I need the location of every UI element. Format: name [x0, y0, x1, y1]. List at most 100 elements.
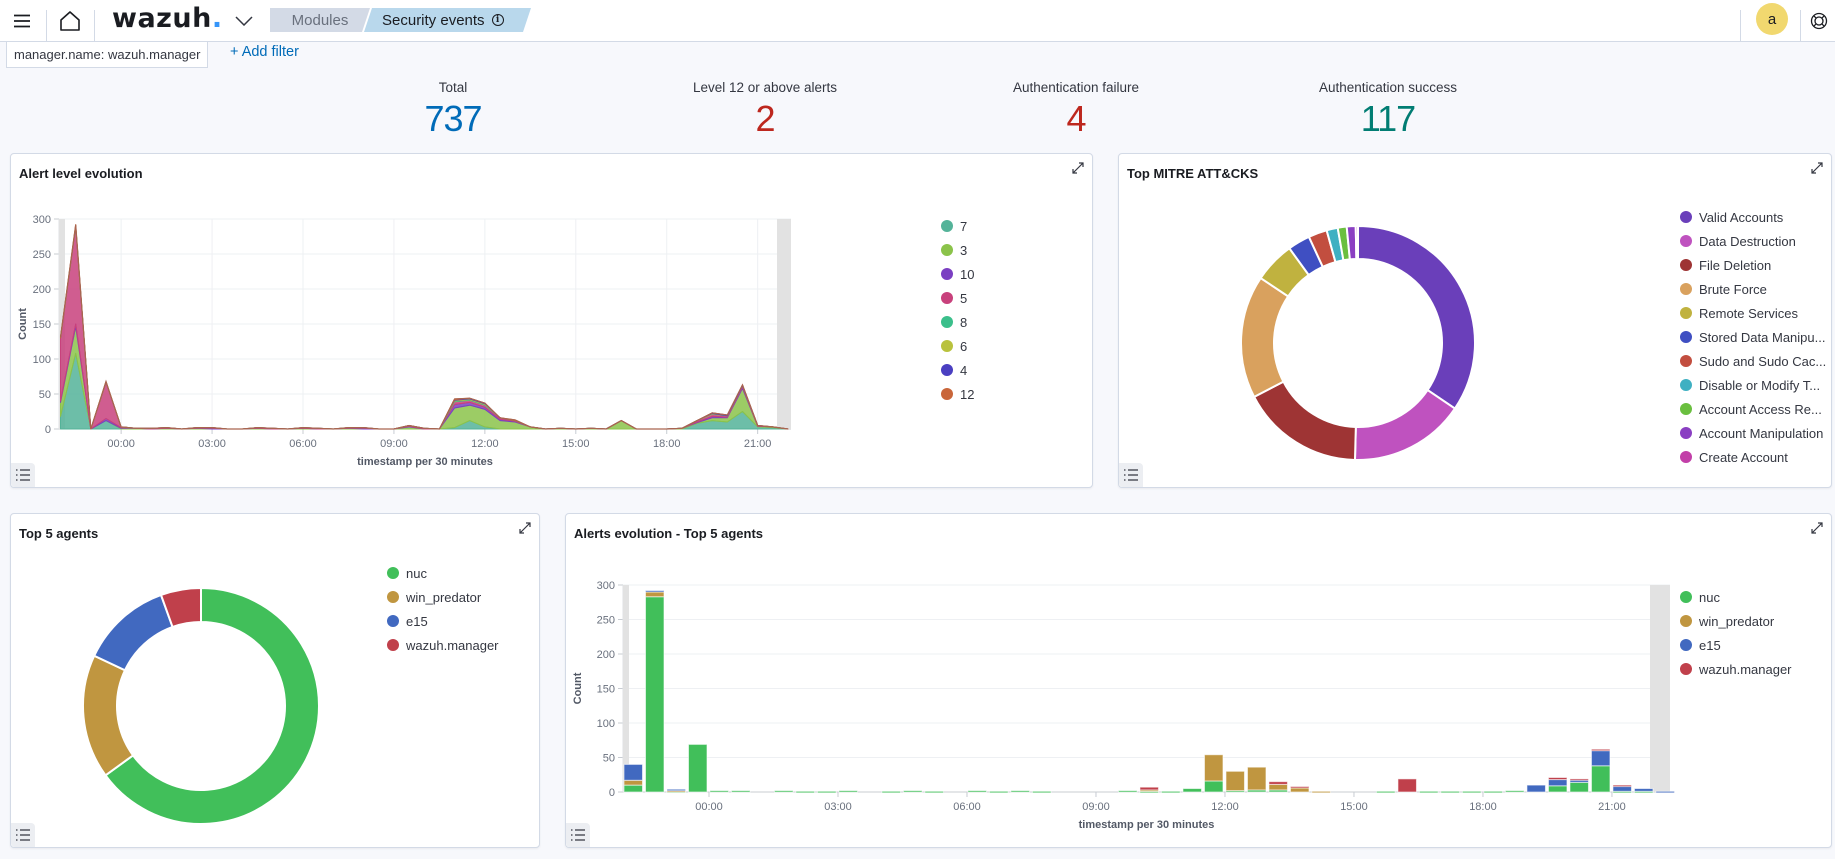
toggle-legend-button[interactable] [11, 823, 35, 847]
bar-segment-win-predator[interactable] [1246, 766, 1267, 791]
toggle-legend-button[interactable] [11, 463, 35, 487]
bar-segment-wazuh-manager[interactable] [1289, 785, 1310, 789]
bar-segment-wazuh-manager[interactable] [1590, 748, 1611, 752]
bar-segment-nuc[interactable] [709, 790, 729, 793]
bar-segment-wazuh-manager[interactable] [1397, 778, 1417, 793]
bar-segment-e15[interactable] [644, 590, 665, 593]
bar-segment-nuc[interactable] [988, 790, 1009, 794]
area-series-5[interactable] [60, 225, 789, 430]
legend-item-nuc[interactable]: nuc [1680, 585, 1792, 609]
bar-segment-wazuh-manager[interactable] [1268, 781, 1288, 785]
bar-segment-win-predator[interactable] [1203, 754, 1224, 782]
bar-segment-nuc[interactable] [687, 743, 708, 793]
bar-segment-nuc[interactable] [1182, 788, 1202, 793]
bar-segment-nuc[interactable] [881, 790, 901, 794]
bar-segment-win-predator[interactable] [623, 779, 643, 786]
bar-segment-win-predator[interactable] [644, 591, 665, 598]
bar-segment-nuc[interactable] [644, 596, 665, 793]
stat-value[interactable]: 4 [946, 98, 1206, 140]
slice-e15[interactable] [92, 593, 174, 672]
legend-item-account-manipulation[interactable]: Account Manipulation [1680, 421, 1826, 445]
bar-segment-nuc[interactable] [1031, 790, 1052, 794]
legend-item-level-6[interactable]: 6 [941, 334, 974, 358]
bar-segment-nuc[interactable] [967, 790, 987, 793]
legend-item-valid-accounts[interactable]: Valid Accounts [1680, 205, 1826, 229]
wazuh-logo[interactable]: wazuh. [112, 3, 223, 34]
bar-segment-e15[interactable] [623, 763, 643, 781]
bar-segment-e15[interactable] [1655, 790, 1675, 794]
area-series-10[interactable] [60, 323, 789, 430]
help-button[interactable] [1806, 0, 1832, 42]
bar-segment-nuc[interactable] [902, 790, 923, 793]
bar-segment-nuc[interactable] [816, 790, 837, 794]
expand-icon[interactable] [1809, 160, 1825, 176]
legend-item-disable-or-modify-tools[interactable]: Disable or Modify T... [1680, 373, 1826, 397]
legend-item-level-12[interactable]: 12 [941, 382, 974, 406]
legend-item-level-3[interactable]: 3 [941, 238, 974, 262]
area-series-4[interactable] [60, 225, 789, 430]
area-series-8[interactable] [60, 225, 789, 430]
bar-segment-win-predator[interactable] [1225, 770, 1245, 792]
bar-segment-e15[interactable] [1633, 788, 1654, 792]
bar-segment-wazuh-manager[interactable] [1139, 786, 1159, 791]
home-button[interactable] [52, 0, 88, 42]
bar-segment-wazuh-manager[interactable] [1569, 778, 1589, 781]
legend-item-level-4[interactable]: 4 [941, 358, 974, 382]
slice-win-predator[interactable] [82, 654, 135, 777]
legend-item-nuc[interactable]: nuc [387, 561, 499, 585]
add-filter-link[interactable]: + Add filter [230, 44, 299, 60]
legend-item-level-10[interactable]: 10 [941, 262, 974, 286]
legend-item-e15[interactable]: e15 [387, 609, 499, 633]
user-avatar[interactable]: a [1756, 3, 1788, 35]
bar-segment-wazuh-manager[interactable] [1547, 777, 1568, 781]
legend-item-create-account[interactable]: Create Account [1680, 445, 1826, 469]
slice-create-account[interactable] [1354, 224, 1359, 261]
legend-item-brute-force[interactable]: Brute Force [1680, 277, 1826, 301]
bar-segment-nuc[interactable] [1590, 765, 1611, 793]
area-series-12[interactable] [60, 224, 789, 430]
info-icon[interactable]: i [492, 14, 504, 26]
bar-segment-nuc[interactable] [1504, 790, 1525, 793]
bar-segment-nuc[interactable] [773, 790, 794, 793]
bar-segment-nuc[interactable] [1483, 790, 1503, 794]
legend-item-stored-data-manipulation[interactable]: Stored Data Manipu... [1680, 325, 1826, 349]
bar-segment-nuc[interactable] [1418, 790, 1439, 794]
stat-value[interactable]: 117 [1258, 98, 1518, 140]
breadcrumb-security-events[interactable]: Security events i [364, 8, 531, 32]
legend-item-win-predator[interactable]: win_predator [387, 585, 499, 609]
bar-segment-nuc[interactable] [1375, 790, 1396, 794]
legend-item-sudo-and-sudo-caching[interactable]: Sudo and Sudo Cac... [1680, 349, 1826, 373]
bar-segment-win-predator[interactable] [1311, 790, 1331, 794]
bar-segment-nuc[interactable] [1203, 780, 1224, 793]
area-series-7[interactable] [60, 352, 789, 430]
bar-segment-nuc[interactable] [1547, 785, 1568, 793]
bar-segment-e15[interactable] [1590, 750, 1611, 767]
bar-segment-e15[interactable] [1547, 779, 1568, 787]
bar-segment-nuc[interactable] [838, 790, 858, 793]
bar-segment-nuc[interactable] [1461, 790, 1482, 794]
expand-icon[interactable] [1809, 520, 1825, 536]
expand-icon[interactable] [517, 520, 533, 536]
legend-item-file-deletion[interactable]: File Deletion [1680, 253, 1826, 277]
stat-value[interactable]: 737 [323, 98, 583, 140]
bar-segment-nuc[interactable] [1160, 790, 1181, 794]
expand-icon[interactable] [1070, 160, 1086, 176]
legend-item-wazuh-manager[interactable]: wazuh.manager [1680, 657, 1792, 681]
area-series-6[interactable] [60, 225, 789, 430]
legend-item-wazuh-manager[interactable]: wazuh.manager [387, 633, 499, 657]
legend-item-data-destruction[interactable]: Data Destruction [1680, 229, 1826, 253]
bar-segment-nuc[interactable] [623, 784, 643, 793]
legend-item-level-5[interactable]: 5 [941, 286, 974, 310]
toggle-legend-button[interactable] [566, 823, 590, 847]
bar-segment-nuc[interactable] [795, 790, 815, 794]
slice-brute-force[interactable] [1240, 276, 1290, 399]
bar-segment-wazuh-manager[interactable] [1612, 784, 1632, 788]
bar-segment-win-predator[interactable] [1268, 783, 1288, 791]
bar-segment-nuc[interactable] [1010, 790, 1030, 793]
legend-item-account-access-removal[interactable]: Account Access Re... [1680, 397, 1826, 421]
breadcrumb-modules[interactable]: Modules [270, 8, 370, 32]
legend-item-level-7[interactable]: 7 [941, 214, 974, 238]
bar-segment-nuc[interactable] [730, 790, 751, 793]
toggle-legend-button[interactable] [1119, 463, 1143, 487]
bar-segment-win-predator[interactable] [1289, 787, 1310, 793]
